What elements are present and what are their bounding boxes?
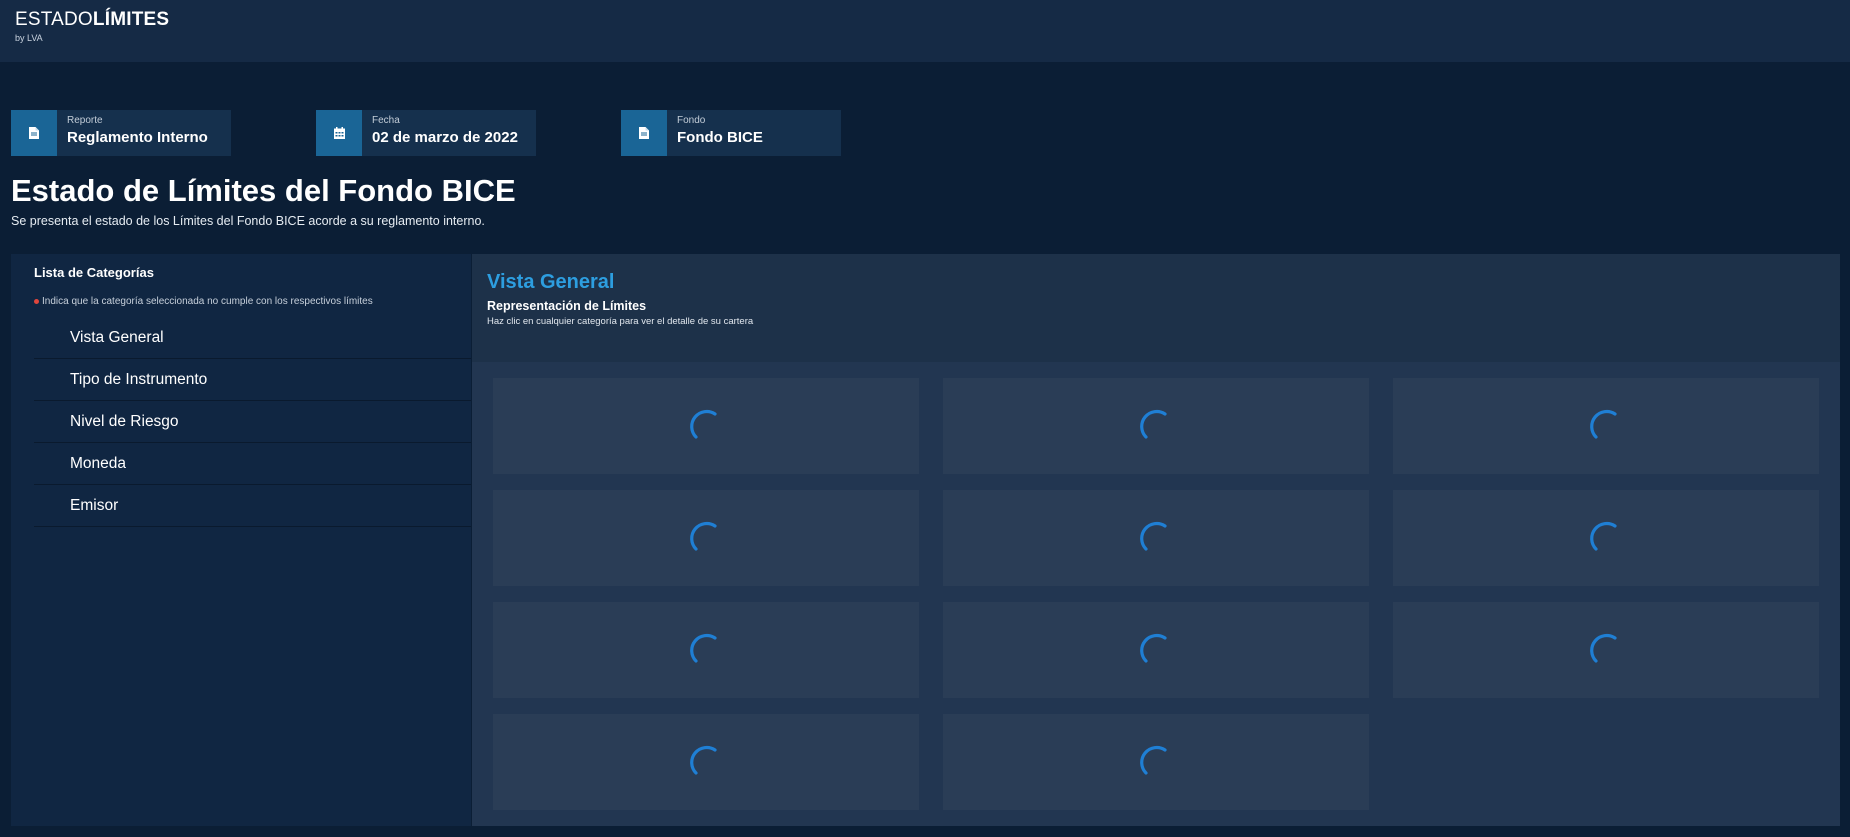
limit-tile[interactable] xyxy=(943,602,1369,698)
info-card-fecha: Fecha 02 de marzo de 2022 xyxy=(316,110,536,156)
loading-spinner-icon xyxy=(1139,633,1173,667)
brand-subtitle: by LVA xyxy=(15,33,43,43)
file-icon xyxy=(621,110,667,156)
legend-text: Indica que la categoría seleccionada no … xyxy=(42,296,373,307)
info-card-reporte: Reporte Reglamento Interno xyxy=(11,110,231,156)
limit-tile[interactable] xyxy=(943,378,1369,474)
limit-tile[interactable] xyxy=(1393,378,1819,474)
category-item-vista-general[interactable]: Vista General xyxy=(34,317,471,359)
categories-sidebar: Lista de Categorías Indica que la catego… xyxy=(11,254,471,826)
info-card-value: Fondo BICE xyxy=(677,129,763,146)
info-card-value: 02 de marzo de 2022 xyxy=(372,129,518,146)
sidebar-title: Lista de Categorías xyxy=(34,265,154,280)
limit-tile[interactable] xyxy=(493,490,919,586)
loading-spinner-icon xyxy=(1589,633,1623,667)
main-header: Vista General Representación de Límites … xyxy=(472,254,1840,362)
limit-tile[interactable] xyxy=(1393,602,1819,698)
loading-spinner-icon xyxy=(1139,745,1173,779)
loading-spinner-icon xyxy=(689,521,723,555)
category-item-moneda[interactable]: Moneda xyxy=(34,443,471,485)
brand-name-light: ESTADO xyxy=(15,9,93,30)
loading-spinner-icon xyxy=(689,633,723,667)
limit-tile[interactable] xyxy=(493,714,919,810)
loading-spinner-icon xyxy=(689,745,723,779)
loading-spinner-icon xyxy=(689,409,723,443)
page-title: Estado de Límites del Fondo BICE xyxy=(11,173,516,208)
page-subtitle: Se presenta el estado de los Límites del… xyxy=(11,214,485,228)
loading-spinner-icon xyxy=(1589,409,1623,443)
limits-tile-grid xyxy=(472,362,1840,826)
brand-logo[interactable]: ESTADOLÍMITES xyxy=(15,9,169,31)
top-bar: ESTADOLÍMITES by LVA xyxy=(0,0,1850,62)
category-item-tipo-de-instrumento[interactable]: Tipo de Instrumento xyxy=(34,359,471,401)
info-card-label: Reporte xyxy=(67,115,103,126)
info-card-label: Fondo xyxy=(677,115,706,126)
category-list: Vista General Tipo de Instrumento Nivel … xyxy=(34,317,471,527)
limits-representation-title: Representación de Límites xyxy=(487,299,647,313)
legend-note: Indica que la categoría seleccionada no … xyxy=(34,296,373,307)
limit-tile[interactable] xyxy=(1393,490,1819,586)
limit-tile[interactable] xyxy=(493,602,919,698)
file-icon xyxy=(11,110,57,156)
loading-spinner-icon xyxy=(1139,409,1173,443)
limits-representation-hint: Haz clic en cualquier categoría para ver… xyxy=(487,316,754,327)
limit-tile[interactable] xyxy=(943,714,1369,810)
category-item-emisor[interactable]: Emisor xyxy=(34,485,471,527)
loading-spinner-icon xyxy=(1589,521,1623,555)
calendar-icon xyxy=(316,110,362,156)
section-title: Vista General xyxy=(487,271,615,293)
info-card-fondo: Fondo Fondo BICE xyxy=(621,110,841,156)
category-item-nivel-de-riesgo[interactable]: Nivel de Riesgo xyxy=(34,401,471,443)
info-card-value: Reglamento Interno xyxy=(67,129,208,146)
alert-dot-icon xyxy=(34,299,39,304)
brand-name-bold: LÍMITES xyxy=(92,9,170,30)
info-card-label: Fecha xyxy=(372,115,400,126)
limit-tile[interactable] xyxy=(943,490,1369,586)
main-panel: Vista General Representación de Límites … xyxy=(472,254,1840,826)
limit-tile[interactable] xyxy=(493,378,919,474)
loading-spinner-icon xyxy=(1139,521,1173,555)
